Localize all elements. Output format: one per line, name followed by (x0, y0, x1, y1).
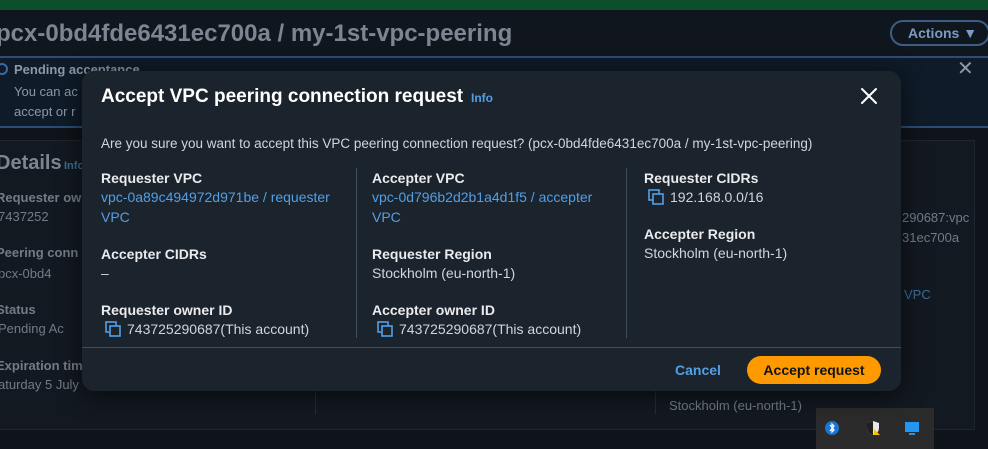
copy-icon[interactable] (377, 321, 393, 337)
expiration-label: Expiration tim (0, 358, 83, 373)
copy-icon[interactable] (105, 321, 121, 337)
peering-connection-value: pcx-0bd4 (0, 266, 52, 281)
requester-cidrs-value: 192.168.0.0/16 (670, 189, 764, 205)
accepter-cidrs-label: Accepter CIDRs (101, 246, 207, 262)
banner-close-icon[interactable]: ✕ (957, 56, 974, 81)
requester-owner-id-label: Requester owner ID (101, 302, 233, 318)
accept-peering-modal: Accept VPC peering connection request In… (82, 71, 901, 391)
page-title: pcx-0bd4fde6431ec700a / my-1st-vpc-peeri… (0, 20, 513, 47)
confirmation-question: Are you sure you want to accept this VPC… (101, 136, 813, 151)
accepter-region-label: Accepter Region (644, 226, 756, 242)
requester-cidrs-label: Requester CIDRs (644, 170, 759, 186)
system-tray (816, 408, 934, 449)
network-monitor-icon[interactable] (904, 420, 920, 436)
accepter-vpc-label: Accepter VPC (372, 170, 465, 186)
security-shield-icon[interactable] (865, 420, 881, 436)
requester-owner-id-value: 743725290687(This account) (127, 321, 310, 337)
banner-text: You can ac accept or r (14, 82, 78, 122)
actions-button[interactable]: Actions ▼ (890, 20, 988, 46)
bg-separator (315, 390, 316, 414)
requester-region-label: Requester Region (372, 246, 492, 262)
bg-separator (655, 390, 656, 414)
banner-line: You can ac (14, 84, 78, 99)
status-label: Status (0, 302, 36, 317)
bg-right-text: 290687:vpc (902, 210, 970, 225)
requester-vpc-link-line[interactable]: VPC (101, 207, 330, 227)
requester-owner-label: Requester ow (0, 190, 82, 205)
accept-request-button[interactable]: Accept request (747, 356, 881, 384)
accepter-owner-id-label: Accepter owner ID (372, 302, 495, 318)
peering-connection-label: Peering conn (0, 245, 79, 260)
top-strip (0, 0, 988, 10)
requester-region-value: Stockholm (eu-north-1) (372, 265, 516, 281)
accepter-owner-id-value: 743725290687(This account) (399, 321, 582, 337)
status-value: Pending Ac (0, 321, 64, 336)
cancel-button[interactable]: Cancel (668, 358, 728, 382)
accepter-vpc-link-line[interactable]: VPC (372, 207, 592, 227)
accepter-vpc-link[interactable]: vpc-0d796b2d2b1a4d1f5 / accepter VPC (372, 187, 592, 227)
banner-line: accept or r (14, 104, 76, 119)
modal-title: Accept VPC peering connection request (101, 86, 464, 107)
requester-owner-value: 7437252 (0, 209, 49, 224)
requester-vpc-label: Requester VPC (101, 170, 203, 186)
footer-divider (82, 347, 901, 348)
bg-right-link[interactable]: VPC (904, 287, 931, 302)
column-divider (626, 168, 627, 338)
bg-right-region: Stockholm (eu-north-1) (669, 398, 802, 413)
bluetooth-icon[interactable] (824, 420, 840, 436)
close-icon[interactable] (859, 86, 879, 106)
accepter-region-value: Stockholm (eu-north-1) (644, 245, 788, 261)
accepter-vpc-link-line[interactable]: vpc-0d796b2d2b1a4d1f5 / accepter (372, 187, 592, 207)
modal-info-link[interactable]: Info (471, 91, 493, 105)
requester-vpc-link-line[interactable]: vpc-0a89c494972d971be / requester (101, 187, 330, 207)
copy-icon[interactable] (648, 189, 664, 205)
accepter-cidrs-value: – (101, 265, 109, 281)
details-heading: Details (0, 152, 62, 174)
column-divider (356, 168, 357, 338)
bg-right-text: 31ec700a (902, 230, 960, 245)
info-circle-icon (0, 63, 8, 75)
expiration-value: aturday 5 July (0, 377, 79, 392)
requester-vpc-link[interactable]: vpc-0a89c494972d971be / requester VPC (101, 187, 330, 227)
